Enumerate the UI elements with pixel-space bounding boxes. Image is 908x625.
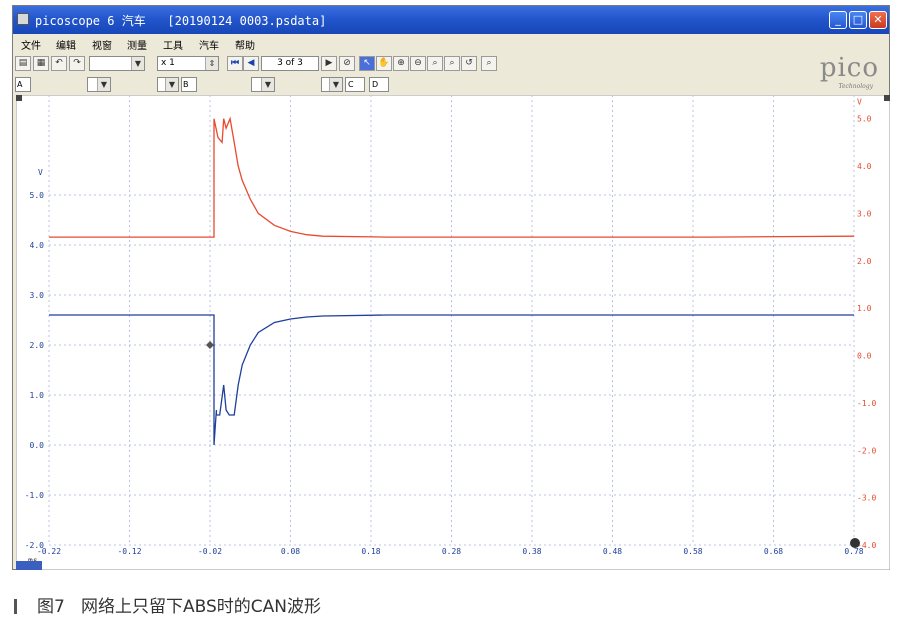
channel-toolbar: A ▼ ▼ B ▼ ▼ C D <box>13 75 889 95</box>
right-tick-label: 2.0 <box>857 257 872 266</box>
channel-a-range-select[interactable]: ▼ <box>87 77 111 92</box>
menu-bar: 文件 编辑 视窗 测量 工具 汽车 帮助 <box>13 34 889 53</box>
zoom-area-icon[interactable]: ⌕ <box>427 56 443 71</box>
x-tick-label: 0.68 <box>764 547 783 556</box>
right-tick-label: -2.0 <box>857 446 876 455</box>
zoom-fit-icon[interactable]: ⌕ <box>481 56 497 71</box>
save-icon[interactable]: ▦ <box>33 56 49 71</box>
right-tick-label: 3.0 <box>857 209 872 218</box>
right-tick-label: -1.0 <box>857 399 876 408</box>
menu-tools[interactable]: 工具 <box>163 37 183 52</box>
channel-b-button[interactable]: B <box>181 77 197 92</box>
x-tick-label: 0.38 <box>522 547 541 556</box>
redo-icon[interactable]: ↷ <box>69 56 85 71</box>
channel-c-button[interactable]: C <box>345 77 365 92</box>
minimize-button[interactable]: _ <box>829 11 847 29</box>
x-tick-label: -0.12 <box>117 547 141 556</box>
right-tick-label: 1.0 <box>857 304 872 313</box>
caption-marker <box>14 599 17 614</box>
zoom-value: x 1 <box>161 58 175 68</box>
right-tick-label: -3.0 <box>857 494 876 503</box>
main-toolbar: ▤ ▦ ↶ ↷ ▼ x 1 ⇕ ⏮ ◀ 3 of 3 ▶ ⊘ ↖ ✋ ⊕ ⊖ ⌕ … <box>13 53 889 75</box>
chevron-down-icon: ▼ <box>261 78 274 91</box>
right-tick-label: 0.0 <box>857 352 872 361</box>
figure-caption: 图7 网络上只留下ABS时的CAN波形 <box>14 592 321 617</box>
x-tick-label: 0.28 <box>442 547 461 556</box>
close-button[interactable]: ✕ <box>869 11 887 29</box>
plot-frame <box>16 95 890 570</box>
left-tick-label: -1.0 <box>25 491 44 500</box>
left-tick-label: 4.0 <box>30 241 45 250</box>
x-tick-label: 0.18 <box>361 547 380 556</box>
channel-d-label: D <box>372 80 379 89</box>
channel-d-button[interactable]: D <box>369 77 389 92</box>
x-tick-label: 0.48 <box>603 547 622 556</box>
left-tick-label: 5.0 <box>30 191 45 200</box>
chevron-down-icon: ▼ <box>131 57 144 70</box>
prev-page-icon[interactable]: ◀ <box>243 56 259 71</box>
chevron-down-icon: ▼ <box>165 78 178 91</box>
undo-icon[interactable]: ↶ <box>51 56 67 71</box>
channel-a-label: A <box>17 80 23 89</box>
app-icon <box>17 13 29 25</box>
spinner-icon: ⇕ <box>205 57 218 70</box>
title-bar[interactable]: picoscope 6 汽车 [20190124 0003.psdata] _ … <box>13 6 889 34</box>
x-tick-label: 0.58 <box>683 547 702 556</box>
x-tick-label: 0.08 <box>281 547 300 556</box>
x-tick-label: -0.02 <box>198 547 222 556</box>
next-page-icon[interactable]: ▶ <box>321 56 337 71</box>
page-indicator[interactable]: 3 of 3 <box>261 56 319 71</box>
right-axis-unit: V <box>857 98 862 107</box>
zoom-out-icon[interactable]: ⊖ <box>410 56 426 71</box>
chevron-down-icon: ▼ <box>97 78 110 91</box>
zoom-input[interactable]: x 1 ⇕ <box>157 56 219 71</box>
menu-view[interactable]: 视窗 <box>92 37 112 52</box>
zoom-x-icon[interactable]: ⌕ <box>444 56 460 71</box>
undo-zoom-icon[interactable]: ↺ <box>461 56 477 71</box>
channel-b-range-select[interactable]: ▼ <box>251 77 275 92</box>
channel-b-coupling-select[interactable]: ▼ <box>321 77 343 92</box>
left-tick-label: 0.0 <box>30 441 45 450</box>
first-page-icon[interactable]: ⏮ <box>227 56 243 71</box>
left-tick-label: 2.0 <box>30 341 45 350</box>
left-tick-label: 1.0 <box>30 391 45 400</box>
menu-help[interactable]: 帮助 <box>235 37 255 52</box>
timebase-select[interactable]: ▼ <box>89 56 145 71</box>
channel-c-label: C <box>348 80 354 89</box>
menu-edit[interactable]: 编辑 <box>56 37 76 52</box>
channel-a-coupling-select[interactable]: ▼ <box>157 77 179 92</box>
left-tick-label: 3.0 <box>30 291 45 300</box>
menu-file[interactable]: 文件 <box>21 37 41 52</box>
pointer-icon[interactable]: ↖ <box>359 56 375 71</box>
menu-auto[interactable]: 汽车 <box>199 37 219 52</box>
ruler-handle-icon[interactable] <box>850 538 860 548</box>
scope-status-tab <box>16 561 42 570</box>
stop-icon[interactable]: ⊘ <box>339 56 355 71</box>
maximize-button[interactable]: □ <box>849 11 867 29</box>
open-icon[interactable]: ▤ <box>15 56 31 71</box>
oscilloscope-plot[interactable]: 5.0 4.0 3.0 2.0 1.0 0.0 -1.0 -2.0 V 5.0 4.0 3.0 2.0 1… <box>16 95 890 570</box>
zoom-in-icon[interactable]: ⊕ <box>393 56 409 71</box>
corner-marker <box>16 95 22 101</box>
channel-a-button[interactable]: A <box>15 77 31 92</box>
caption-text: 图7 网络上只留下ABS时的CAN波形 <box>37 597 322 617</box>
page-indicator-text: 3 of 3 <box>277 58 303 68</box>
x-tick-label: -0.22 <box>37 547 61 556</box>
chevron-down-icon: ▼ <box>329 78 342 91</box>
corner-marker <box>884 95 890 101</box>
menu-measure[interactable]: 测量 <box>127 37 147 52</box>
left-axis-unit: V <box>38 168 43 177</box>
x-tick-label: 0.78 <box>844 547 863 556</box>
window-title: picoscope 6 汽车 [20190124 0003.psdata] <box>35 14 327 28</box>
channel-b-label: B <box>183 80 189 89</box>
right-tick-label: 5.0 <box>857 115 872 124</box>
hand-icon[interactable]: ✋ <box>376 56 392 71</box>
right-tick-label: 4.0 <box>857 162 872 171</box>
